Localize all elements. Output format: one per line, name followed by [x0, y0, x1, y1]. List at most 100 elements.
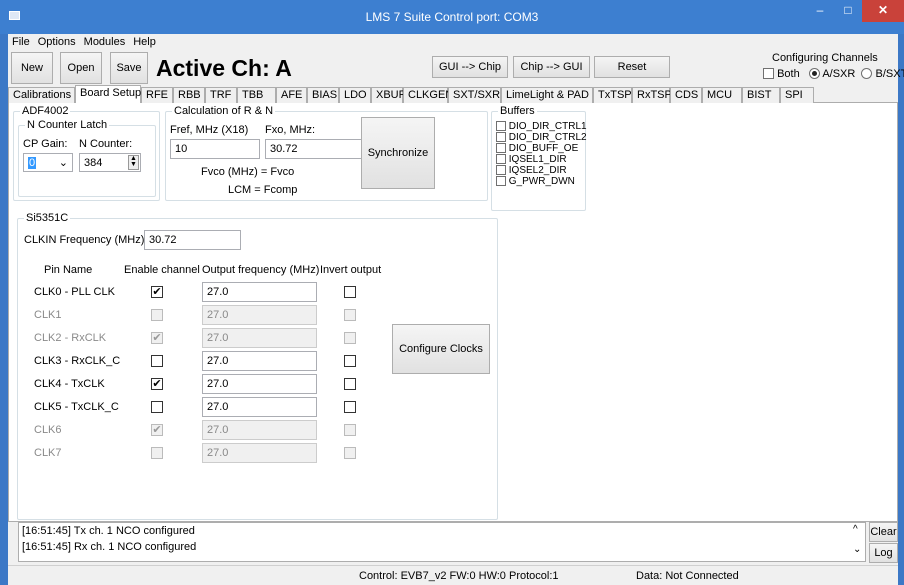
clkin-input[interactable]: 30.72 [144, 230, 241, 250]
buffer-item[interactable]: DIO_BUFF_OE [496, 143, 578, 154]
check-mark: ✔ [152, 378, 162, 390]
invert-output-checkbox[interactable] [344, 447, 356, 459]
scroll-up-icon[interactable]: ^ [853, 524, 858, 535]
buffer-item[interactable]: DIO_DIR_CTRL1 [496, 121, 587, 132]
both-checkbox[interactable] [763, 68, 774, 79]
buffer-item[interactable]: G_PWR_DWN [496, 176, 575, 187]
clear-button[interactable]: Clear [869, 522, 898, 542]
output-frequency-input[interactable]: 27.0 [202, 420, 317, 440]
tab-mcu[interactable]: MCU [702, 87, 742, 103]
tab-sxt-sxr[interactable]: SXT/SXR [448, 87, 501, 103]
invert-output-checkbox[interactable] [344, 401, 356, 413]
buffer-label: IQSEL2_DIR [508, 165, 567, 176]
tab-txtsp[interactable]: TxTSP [593, 87, 632, 103]
close-button[interactable]: ✕ [862, 0, 904, 22]
maximize-button[interactable]: □ [834, 0, 862, 22]
tab-bias[interactable]: BIAS [307, 87, 339, 103]
tab-limelight-pad[interactable]: LimeLight & PAD [501, 87, 593, 103]
enable-channel-checkbox[interactable] [151, 355, 163, 367]
output-frequency-input[interactable]: 27.0 [202, 282, 317, 302]
tab-cds[interactable]: CDS [670, 87, 702, 103]
enable-channel-checkbox[interactable] [151, 447, 163, 459]
tab-clkgen[interactable]: CLKGEN [403, 87, 453, 103]
cp-gain-label: CP Gain: [23, 138, 68, 150]
buffer-checkbox[interactable] [496, 154, 506, 164]
enable-channel-checkbox[interactable]: ✔ [151, 332, 163, 344]
menu-file[interactable]: File [8, 34, 34, 50]
save-button[interactable]: Save [110, 52, 148, 84]
clock-pin-name: CLK5 - TxCLK_C [34, 401, 119, 413]
b-sxt-label: B/SXT [875, 68, 904, 80]
invert-output-checkbox[interactable] [344, 309, 356, 321]
cp-gain-select[interactable]: 0 ⌄ [23, 153, 73, 172]
tab-board-setup[interactable]: Board Setup [75, 85, 141, 104]
tab-bist[interactable]: BIST [742, 87, 780, 103]
tab-rbb[interactable]: RBB [173, 87, 205, 103]
status-bar: Control: EVB7_v2 FW:0 HW:0 Protocol:1 Da… [8, 565, 898, 585]
buffer-checkbox[interactable] [496, 165, 506, 175]
buffer-item[interactable]: IQSEL1_DIR [496, 154, 567, 165]
open-button[interactable]: Open [60, 52, 102, 84]
configure-clocks-button[interactable]: Configure Clocks [392, 324, 490, 374]
invert-output-checkbox[interactable] [344, 355, 356, 367]
buffer-checkbox[interactable] [496, 132, 506, 142]
synchronize-button[interactable]: Synchronize [361, 117, 435, 189]
tab-ldo[interactable]: LDO [339, 87, 371, 103]
output-frequency-input[interactable]: 27.0 [202, 443, 317, 463]
tab-tbb[interactable]: TBB [237, 87, 276, 103]
tab-spi[interactable]: SPI [780, 87, 814, 103]
log-button[interactable]: Log [869, 543, 898, 563]
output-frequency-input[interactable]: 27.0 [202, 305, 317, 325]
invert-output-checkbox[interactable] [344, 286, 356, 298]
minimize-button[interactable]: – [806, 0, 834, 22]
invert-output-checkbox[interactable] [344, 332, 356, 344]
tab-trf[interactable]: TRF [205, 87, 237, 103]
invert-output-checkbox[interactable] [344, 424, 356, 436]
enable-channel-checkbox[interactable] [151, 401, 163, 413]
fxo-input[interactable]: 30.72 [265, 139, 363, 159]
invert-output-header: Invert output [320, 264, 382, 276]
tab-rxtsp[interactable]: RxTSP [632, 87, 672, 103]
tab-calibrations[interactable]: Calibrations [8, 87, 75, 103]
invert-output-checkbox[interactable] [344, 378, 356, 390]
output-frequency-header: Output frequency (MHz) [202, 264, 320, 276]
active-channel-label: Active Ch: A [156, 55, 292, 81]
reset-button[interactable]: Reset [594, 56, 670, 78]
menu-help[interactable]: Help [129, 34, 160, 50]
buffer-checkbox[interactable] [496, 143, 506, 153]
menu-options[interactable]: Options [34, 34, 80, 50]
log-area[interactable]: [16:51:45] Tx ch. 1 NCO configured [16:5… [18, 522, 866, 562]
buffer-item[interactable]: DIO_DIR_CTRL2 [496, 132, 587, 143]
scroll-down-icon[interactable]: ⌄ [853, 544, 861, 555]
clock-pin-name: CLK2 - RxCLK [34, 332, 107, 344]
chip-to-gui-button[interactable]: Chip --> GUI [513, 56, 590, 78]
output-frequency-input[interactable]: 27.0 [202, 351, 317, 371]
fref-input[interactable]: 10 [170, 139, 260, 159]
tab-xbuf[interactable]: XBUF [371, 87, 405, 103]
status-control: Control: EVB7_v2 FW:0 HW:0 Protocol:1 [359, 570, 559, 582]
b-sxt-radio[interactable] [861, 68, 873, 79]
tab-rfe[interactable]: RFE [141, 87, 173, 103]
enable-channel-checkbox[interactable] [151, 309, 163, 321]
spin-arrows-icon[interactable]: ▲ ▼ [128, 155, 139, 170]
new-button[interactable]: New [11, 52, 53, 84]
output-frequency-input[interactable]: 27.0 [202, 328, 317, 348]
client-area: File Options Modules Help New Open Save Act… [8, 34, 904, 585]
enable-channel-checkbox[interactable]: ✔ [151, 378, 163, 390]
channel-selector: Both A/SXR B/SXT [763, 68, 904, 80]
buffer-checkbox[interactable] [496, 176, 506, 186]
buffer-label: DIO_DIR_CTRL2 [508, 132, 587, 143]
a-sxr-radio[interactable] [808, 68, 820, 79]
buffers-group: Buffers DIO_DIR_CTRL1 DIO_DIR_CTRL2 DIO_… [491, 105, 587, 211]
tab-afe[interactable]: AFE [276, 87, 307, 103]
output-frequency-input[interactable]: 27.0 [202, 397, 317, 417]
enable-channel-checkbox[interactable]: ✔ [151, 286, 163, 298]
enable-channel-checkbox[interactable]: ✔ [151, 424, 163, 436]
buffer-item[interactable]: IQSEL2_DIR [496, 165, 567, 176]
buffer-checkbox[interactable] [496, 121, 506, 131]
menu-modules[interactable]: Modules [80, 34, 130, 50]
output-frequency-input[interactable]: 27.0 [202, 374, 317, 394]
si5351c-group: Si5351C CLKIN Frequency (MHz): 30.72 Pin… [17, 212, 498, 520]
n-counter-input[interactable]: 384 ▲ ▼ [79, 153, 141, 172]
gui-to-chip-button[interactable]: GUI --> Chip [432, 56, 508, 78]
